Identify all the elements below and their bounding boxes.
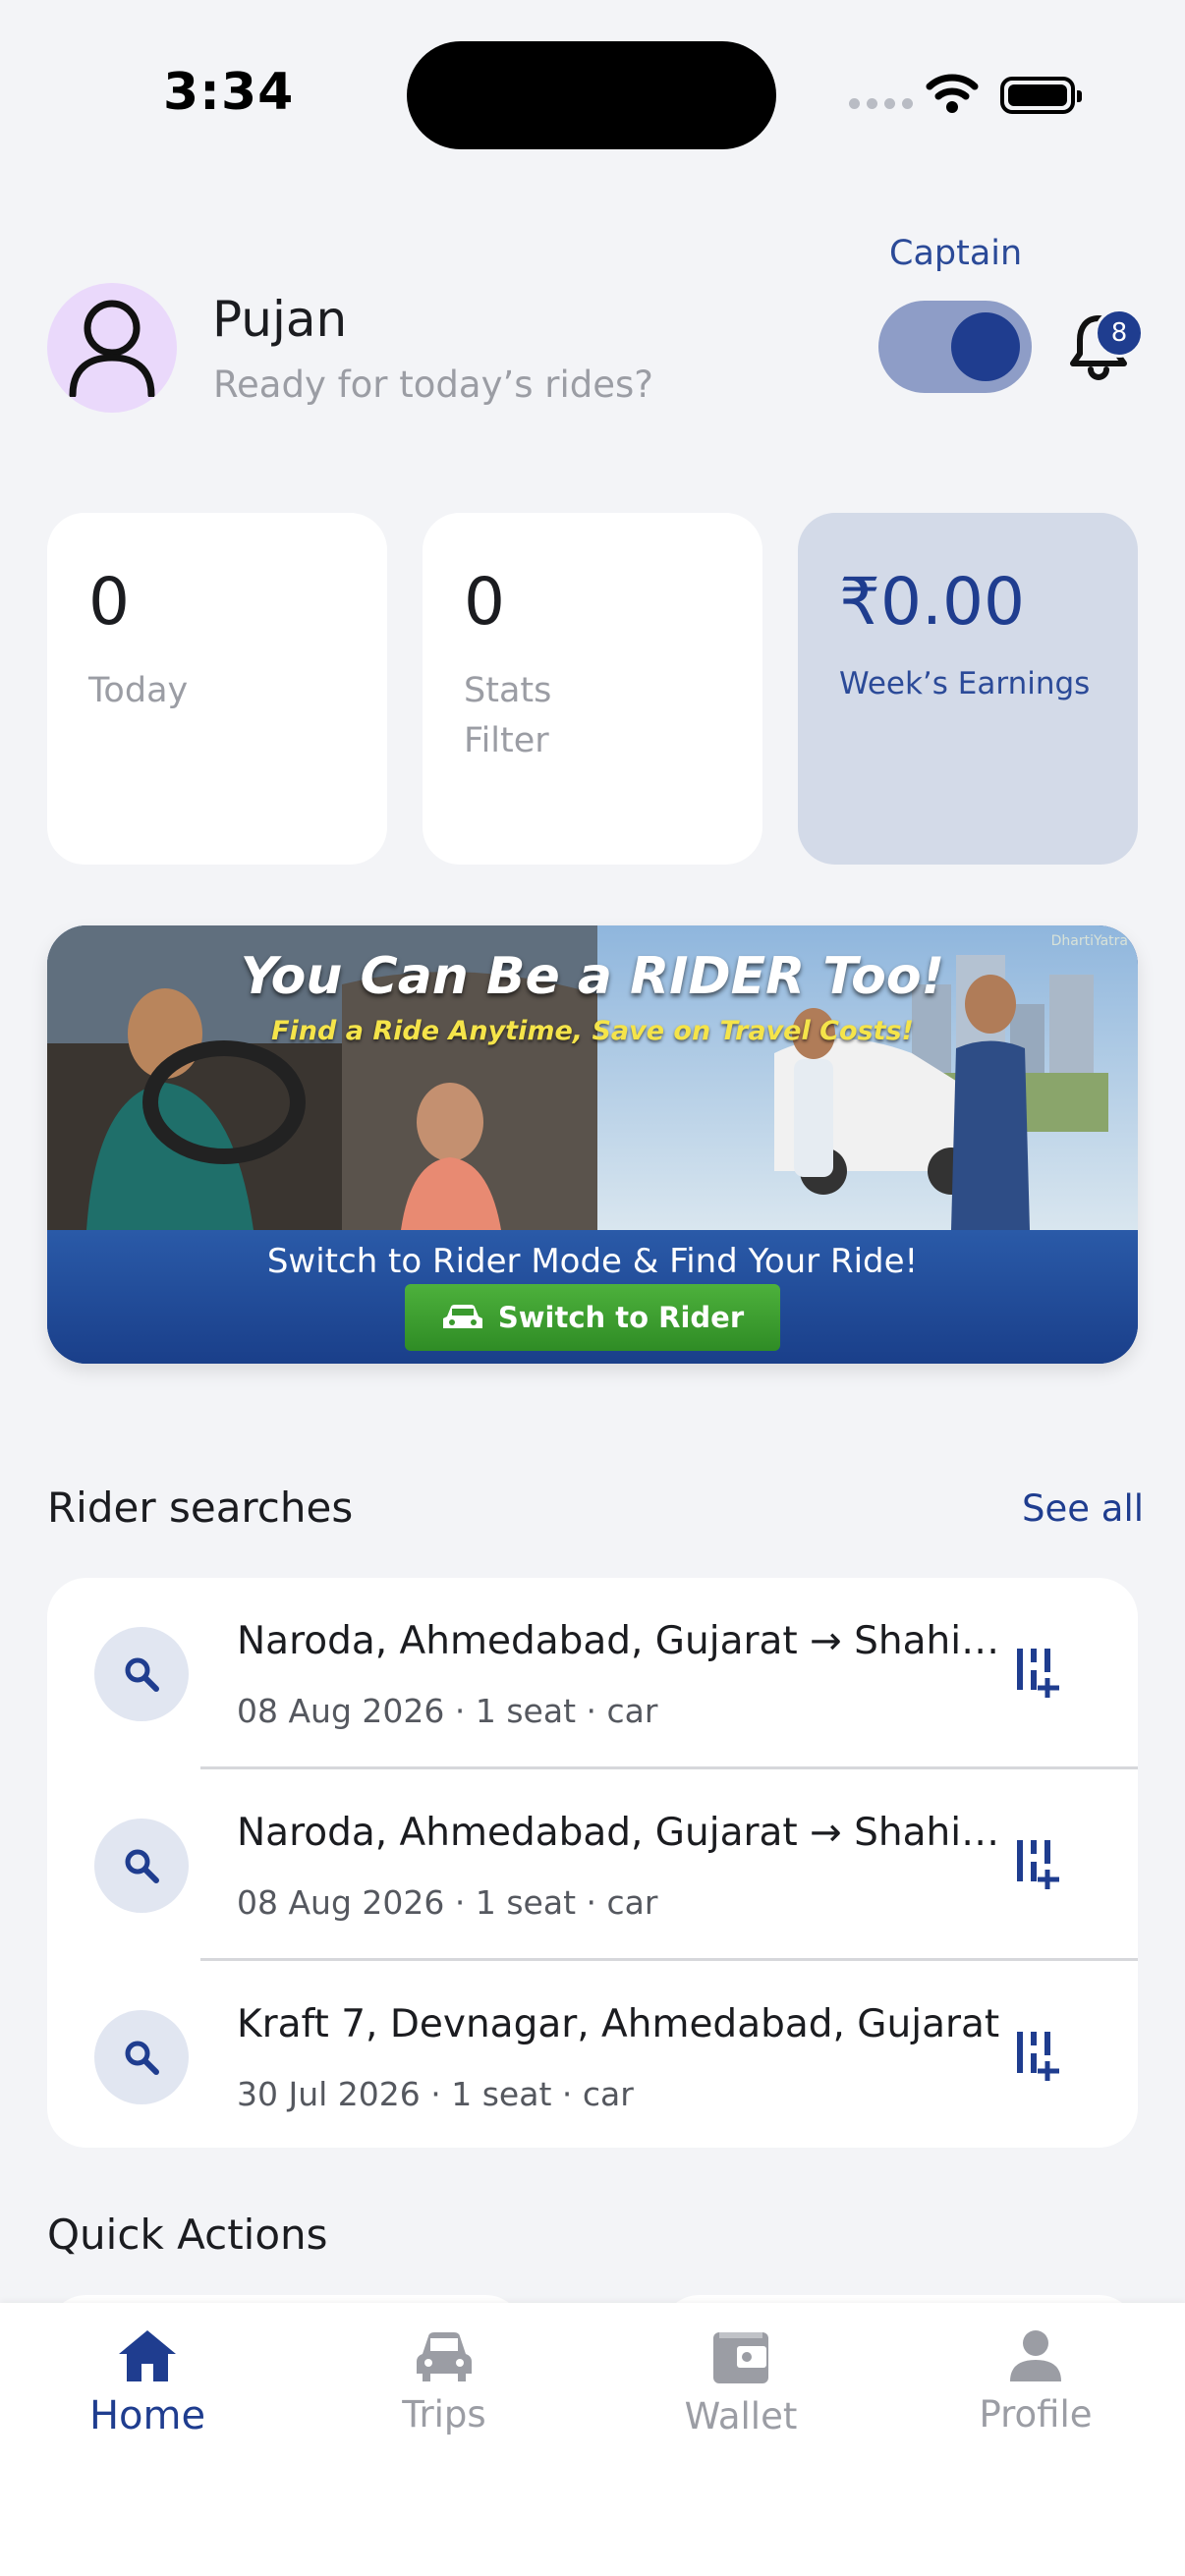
stat-card-today[interactable]: 0 Today [47,513,387,865]
switch-to-rider-banner[interactable]: DhartiYatra You Can Be a RIDER Too! Find… [47,925,1138,1364]
list-item[interactable]: Naroda, Ahmedabad, Gujarat → Shahibaug, … [47,1769,1138,1960]
wallet-icon [713,2332,768,2383]
search-route: Kraft 7, Devnagar, Ahmedabad, Gujarat [237,2002,1000,2046]
filter-icon[interactable] [1014,1645,1063,1700]
filter-icon[interactable] [1014,1836,1063,1891]
nav-profile[interactable]: Profile [888,2328,1183,2436]
earnings-value: ₹0.00 [839,564,1025,640]
car-icon [417,2332,472,2381]
bottom-navigation: Home Trips Wallet Profile [0,2303,1185,2576]
stat-value: 0 [88,564,130,640]
list-item[interactable]: Kraft 7, Devnagar, Ahmedabad, Gujarat 30… [47,1961,1138,2148]
search-meta: 30 Jul 2026 · 1 seat · car [237,2075,634,2113]
search-icon [94,1627,189,1721]
nav-label: Home [88,2393,206,2438]
nav-wallet[interactable]: Wallet [593,2328,888,2437]
car-icon [442,1305,482,1328]
status-time: 3:34 [163,63,295,122]
stat-label: Stats Filter [464,671,552,760]
nav-trips[interactable]: Trips [297,2328,592,2436]
avatar[interactable] [47,283,177,413]
section-title-rider-searches: Rider searches [47,1484,354,1532]
stat-value: 0 [464,564,505,640]
section-title-quick-actions: Quick Actions [47,2211,328,2259]
earnings-label: Week’s Earnings [839,666,1091,701]
person-icon [1010,2330,1061,2381]
rider-search-list: Naroda, Ahmedabad, Gujarat → Shahibaug, … [47,1578,1138,2148]
search-route: Naroda, Ahmedabad, Gujarat → Shahibaug, … [237,1619,1013,1663]
notification-badge: 8 [1095,308,1144,358]
mode-label: Captain [889,234,1023,273]
search-icon [94,1819,189,1913]
home-icon [119,2330,176,2381]
banner-cta-text: Switch to Rider Mode & Find Your Ride! [266,1242,919,1281]
list-item[interactable]: Naroda, Ahmedabad, Gujarat → Shahibaug, … [47,1578,1138,1768]
stat-card-filter[interactable]: 0 Stats Filter [423,513,762,865]
person-outline-icon [69,300,155,397]
nav-label: Trips [402,2393,486,2436]
see-all-link[interactable]: See all [1022,1487,1144,1530]
battery-icon [1000,77,1082,114]
user-name: Pujan [212,291,348,348]
stat-card-earnings[interactable]: ₹0.00 Week’s Earnings [798,513,1138,865]
banner-subtitle: Find a Ride Anytime, Save on Travel Cost… [271,1016,914,1046]
greeting-text: Ready for today’s rides? [213,364,653,406]
wifi-icon [926,74,979,113]
toggle-knob [951,312,1020,381]
search-icon [94,2010,189,2104]
dynamic-island [407,41,776,149]
search-meta: 08 Aug 2026 · 1 seat · car [237,1883,658,1922]
nav-label: Profile [979,2393,1093,2436]
filter-icon[interactable] [1014,2028,1063,2083]
search-route: Naroda, Ahmedabad, Gujarat → Shahibaug, … [237,1811,1013,1855]
search-meta: 08 Aug 2026 · 1 seat · car [237,1692,658,1730]
switch-to-rider-button[interactable]: Switch to Rider [405,1284,780,1351]
banner-title: You Can Be a RIDER Too! [240,947,945,1006]
nav-label: Wallet [684,2395,798,2437]
nav-home[interactable]: Home [0,2328,295,2438]
captain-mode-toggle[interactable] [878,301,1032,393]
cellular-signal-icon [849,98,913,109]
switch-to-rider-label: Switch to Rider [497,1301,745,1334]
stat-label: Today [88,671,189,710]
